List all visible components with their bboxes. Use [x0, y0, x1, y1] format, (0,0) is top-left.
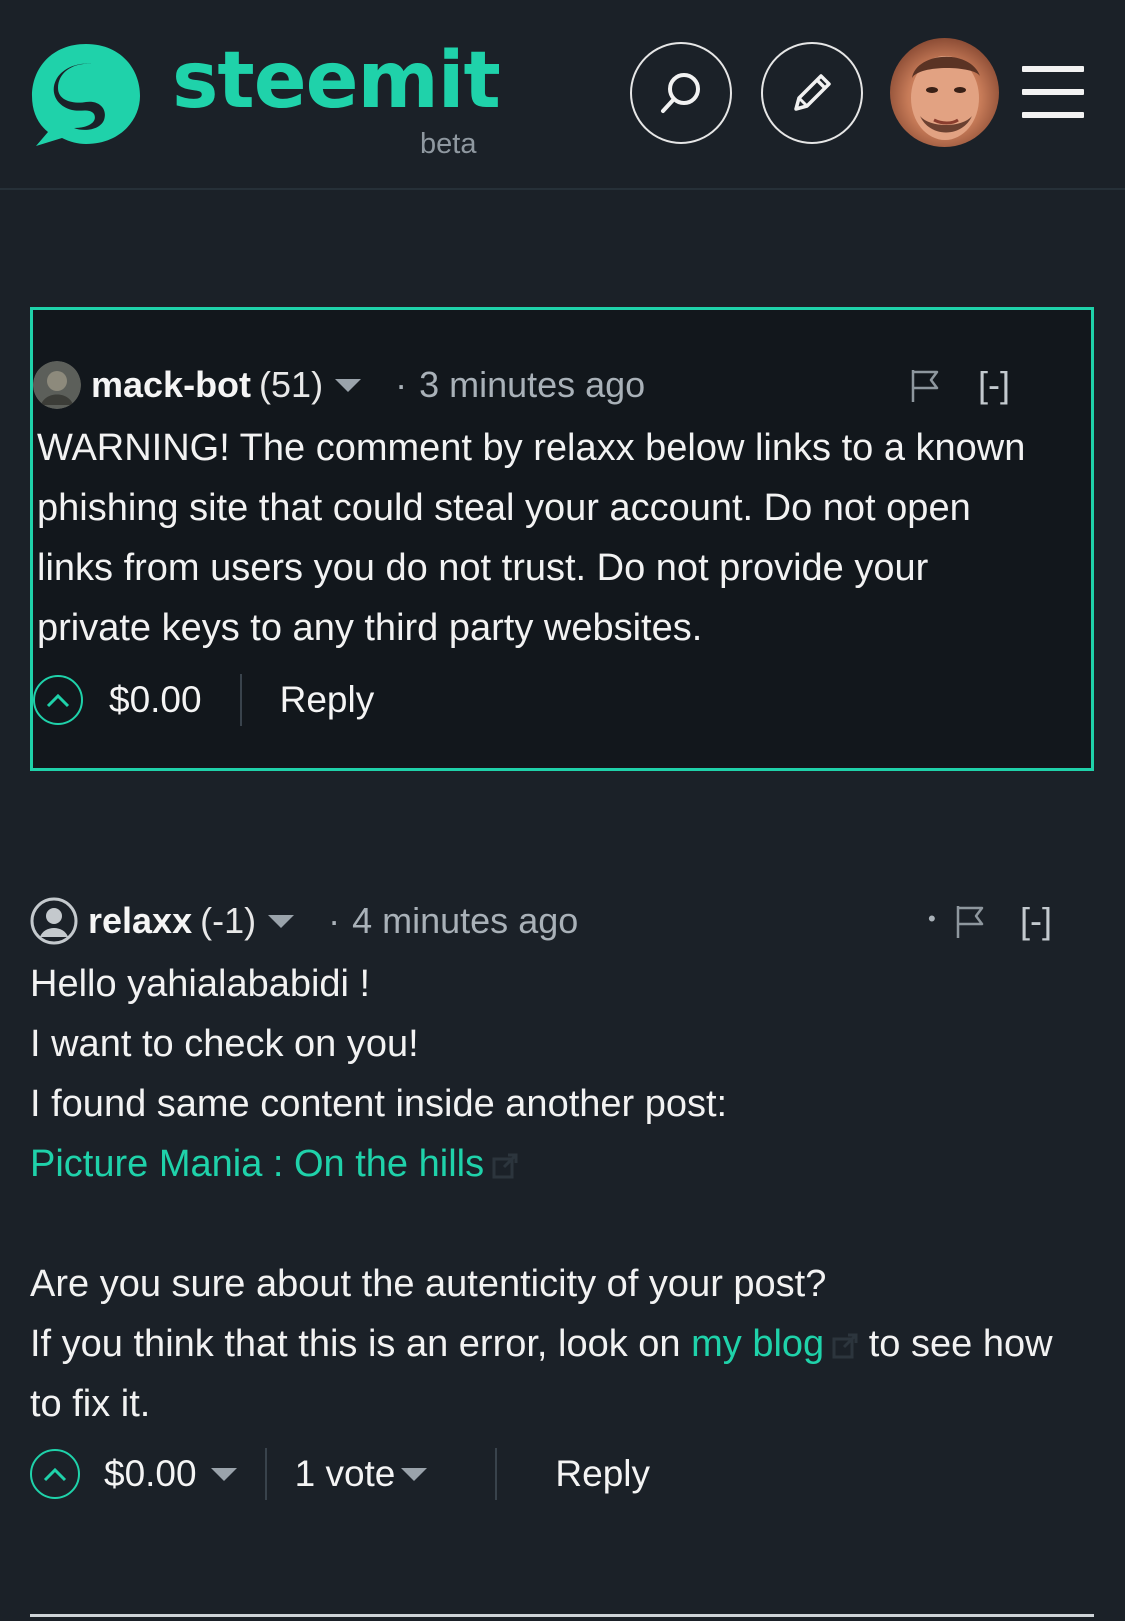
comment-body-line: links from users you do not trust. Do no…	[37, 547, 929, 589]
comment-footer: $0.00 Reply	[33, 672, 374, 728]
vote-count[interactable]: 1 vote	[295, 1453, 396, 1495]
steemit-logo-icon[interactable]	[28, 38, 144, 154]
comment-body-text: to see how	[858, 1323, 1053, 1365]
external-link-icon	[492, 1153, 518, 1179]
comment-timestamp[interactable]: 3 minutes ago	[419, 364, 645, 406]
comment-author[interactable]: mack-bot	[91, 364, 251, 406]
comment-body: Hello yahialababidi ! I want to check on…	[30, 954, 1080, 1434]
comment-body-line: If you think that this is an error, look…	[30, 1314, 1080, 1374]
comment-header: mack-bot (51) · 3 minutes ago [-]	[33, 360, 1097, 410]
comment-body-line: Picture Mania : On the hills	[30, 1134, 1080, 1194]
chevron-down-icon[interactable]	[210, 1467, 237, 1481]
separator-dot: ·	[395, 364, 408, 405]
payout-value[interactable]: $0.00	[109, 679, 202, 721]
divider	[239, 674, 242, 726]
user-face-icon	[911, 56, 980, 140]
comment-body-line: I want to check on you!	[30, 1023, 419, 1065]
comment-body-line: to fix it.	[30, 1383, 151, 1425]
reply-link[interactable]: Reply	[555, 1453, 650, 1495]
comment-body: WARNING! The comment by relaxx below lin…	[37, 418, 1087, 658]
pencil-icon	[794, 74, 831, 111]
logo-wordmark[interactable]: steemit	[172, 42, 501, 120]
section-divider	[30, 1614, 1094, 1617]
comment-timestamp[interactable]: 4 minutes ago	[352, 900, 578, 942]
comment-body-line: Are you sure about the autenticity of yo…	[30, 1263, 827, 1305]
search-button[interactable]	[630, 42, 732, 144]
comment-relaxx: relaxx (-1) · 4 minutes ago • [-] Hello …	[30, 890, 1094, 1510]
avatar[interactable]	[30, 897, 78, 945]
user-avatar[interactable]	[890, 38, 999, 147]
chevron-up-icon	[43, 1467, 67, 1482]
comment-header: relaxx (-1) · 4 minutes ago • [-]	[30, 896, 1094, 946]
top-header: steemit beta	[0, 0, 1125, 190]
search-icon	[661, 73, 700, 113]
comment-body-line: private keys to any third party websites…	[37, 607, 703, 649]
collapse-toggle[interactable]: [-]	[1020, 900, 1052, 942]
blog-link[interactable]: my blog	[691, 1323, 824, 1365]
separator-dot: ·	[328, 900, 341, 941]
comment-footer: $0.00 1 vote Reply	[30, 1446, 650, 1502]
divider	[264, 1448, 267, 1500]
comment-body-line: I found same content inside another post…	[30, 1083, 728, 1125]
chevron-down-icon[interactable]	[401, 1467, 428, 1481]
post-link[interactable]: Picture Mania : On the hills	[30, 1143, 484, 1185]
divider	[495, 1448, 498, 1500]
payout-value[interactable]: $0.00	[104, 1453, 197, 1495]
author-reputation: (51)	[259, 364, 324, 405]
chevron-up-icon	[46, 693, 70, 708]
upvote-button[interactable]	[33, 675, 83, 725]
comment-body-line: WARNING! The comment by relaxx below lin…	[37, 427, 1026, 469]
flag-icon[interactable]	[909, 368, 943, 404]
comment-mack-bot: mack-bot (51) · 3 minutes ago [-] WARNIN…	[30, 307, 1094, 771]
beta-badge: beta	[420, 128, 477, 160]
hamburger-menu-icon[interactable]	[1022, 66, 1084, 118]
chevron-down-icon[interactable]	[335, 378, 362, 392]
author-reputation: (-1)	[200, 900, 257, 941]
comment-body-line: Hello yahialababidi !	[30, 963, 371, 1005]
external-link-icon	[832, 1333, 858, 1359]
compose-button[interactable]	[761, 42, 863, 144]
flag-icon[interactable]	[954, 904, 988, 940]
chevron-down-icon[interactable]	[268, 914, 295, 928]
reply-link[interactable]: Reply	[280, 679, 375, 721]
upvote-button[interactable]	[30, 1449, 80, 1499]
comment-author[interactable]: relaxx	[88, 900, 192, 942]
collapse-toggle[interactable]: [-]	[978, 364, 1010, 406]
separator-dot: •	[928, 906, 936, 931]
comment-body-line: phishing site that could steal your acco…	[37, 487, 971, 529]
avatar[interactable]	[33, 361, 81, 409]
comment-body-text: If you think that this is an error, look…	[30, 1323, 692, 1365]
